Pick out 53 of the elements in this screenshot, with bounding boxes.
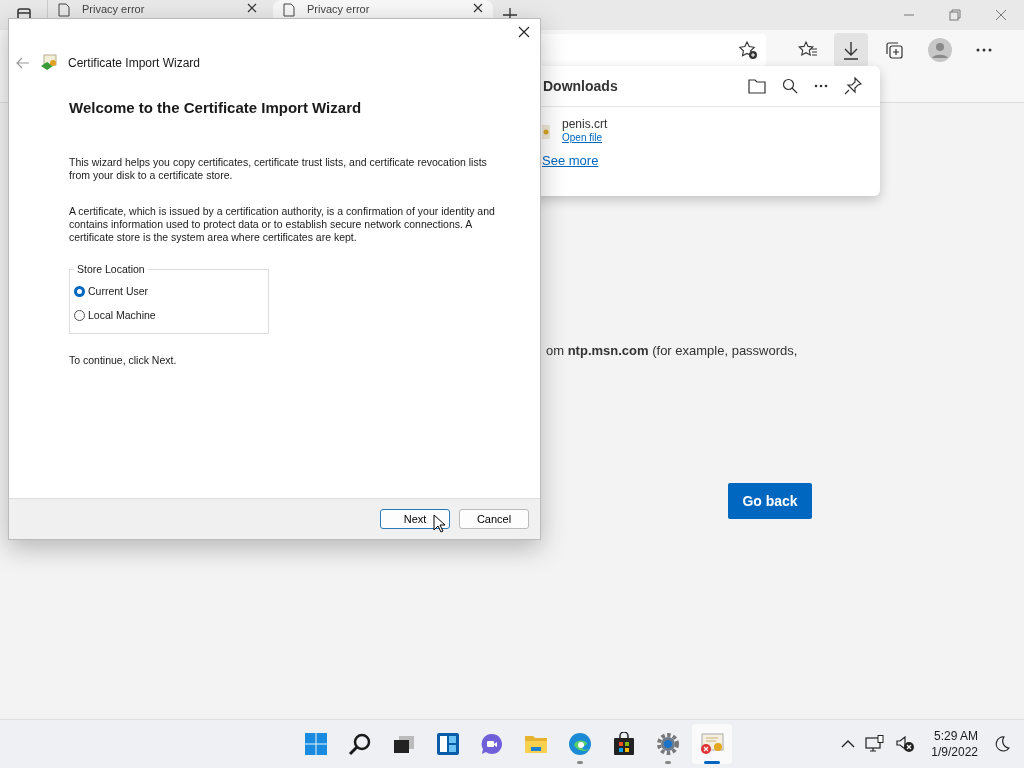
pin-icon[interactable] [844,77,862,95]
dialog-button[interactable]: Cancel [459,509,529,529]
search-icon [348,732,372,756]
muted-speaker-icon[interactable] [895,735,916,753]
restore-icon[interactable] [949,9,961,21]
chevron-up-icon[interactable] [841,739,856,749]
windows-logo-icon [304,732,328,756]
page-icon [58,3,70,17]
dialog-button[interactable]: Next [380,509,450,529]
open-file-link[interactable]: Open file [562,132,608,143]
description-text: This wizard helps you copy certificates, certificate trust lists, and certificate revocation lists from your disk to a certificate store. [69,156,488,182]
close-icon[interactable] [473,3,483,13]
tab-title: Privacy error [82,3,146,16]
file-name: penis.crt [562,117,608,131]
description-text: A certificate, which is issued by a certification authority, is a confirmation of your identity and contains information used to protect data or to establish secure network connections. A certificate store is the system area where certificates are kept. [69,205,496,244]
search-icon[interactable] [782,78,798,94]
page-icon [283,3,295,17]
close-icon[interactable] [247,3,257,13]
video-chat-icon [480,732,504,756]
clock-time[interactable]: 5:29 AM [933,728,978,744]
more-icon[interactable] [976,48,992,52]
browser-logo-icon [568,732,592,756]
store-bag-icon [612,732,636,756]
folder-icon[interactable] [748,78,766,94]
certificate-icon [699,732,725,756]
moon-icon[interactable] [994,736,1010,752]
tab-title: Privacy error [307,3,371,16]
dialog-title: Certificate Import Wizard [68,56,201,70]
go-back-button[interactable]: Go back [728,483,812,519]
panel-title: Downloads [543,78,619,94]
more-icon[interactable] [814,84,828,88]
instruction-text: To continue, click Next. [69,354,178,367]
downloads-button[interactable] [834,33,868,67]
radio-label[interactable]: Local Machine [88,309,156,321]
wizard-heading: Welcome to the Certificate Import Wizard [69,99,363,116]
group-label: Store Location [76,263,146,275]
certificate-icon [40,54,58,72]
page-text: om ntp.msn.com (for example, passwords, [546,343,798,358]
collections-icon[interactable] [884,40,904,60]
network-icon[interactable] [865,735,886,753]
radio-button[interactable] [74,285,85,297]
settings-icon [656,732,680,756]
see-more-link[interactable]: See more [542,153,599,168]
mouse-cursor-icon [433,514,445,533]
back-arrow-icon[interactable] [16,57,30,69]
close-icon[interactable] [518,26,530,38]
certificate-file-icon [542,125,550,139]
add-favorite-icon[interactable] [738,40,758,60]
radio-label[interactable]: Current User [88,285,149,297]
widgets-icon [436,732,460,756]
download-icon [842,40,860,60]
clock-date[interactable]: 1/9/2022 [931,744,978,760]
profile-avatar-icon[interactable] [928,38,952,62]
